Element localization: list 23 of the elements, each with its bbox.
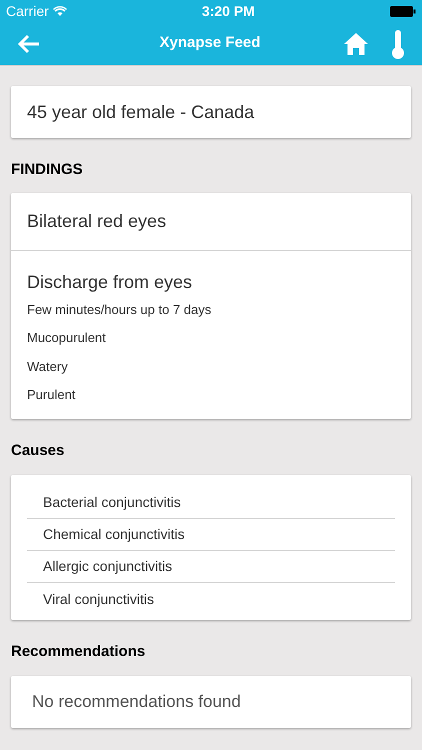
battery-icon xyxy=(390,6,416,16)
finding-detail: Mucopurulent xyxy=(27,329,107,347)
cause-item[interactable]: Allergic conjunctivitis xyxy=(27,551,395,583)
wifi-icon xyxy=(52,6,67,16)
finding-detail: Purulent xyxy=(27,386,76,404)
finding-detail: Watery xyxy=(27,358,69,376)
cause-item[interactable]: Chemical conjunctivitis xyxy=(27,519,395,551)
cause-item[interactable]: Viral conjunctivitis xyxy=(27,583,395,615)
thermometer-icon[interactable] xyxy=(391,28,405,58)
clock-time: 3:20 PM xyxy=(202,2,255,20)
carrier-label: Carrier xyxy=(6,2,49,20)
cause-item[interactable]: Bacterial conjunctivitis xyxy=(27,487,395,519)
section-heading: Recommendations xyxy=(11,642,146,662)
finding-title: Bilateral red eyes xyxy=(27,210,168,233)
empty-message: No recommendations found xyxy=(32,690,241,713)
screen-title: Xynapse Feed xyxy=(158,33,262,54)
section-heading: Causes xyxy=(11,440,66,460)
home-icon[interactable] xyxy=(343,32,369,56)
section-heading: FINDINGS xyxy=(11,160,84,180)
finding-title: Discharge from eyes xyxy=(27,270,194,294)
finding-detail: Few minutes/hours up to 7 days xyxy=(27,300,212,319)
patient-summary: 45 year old female - Canada xyxy=(27,100,254,124)
back-arrow-icon[interactable] xyxy=(17,34,41,54)
